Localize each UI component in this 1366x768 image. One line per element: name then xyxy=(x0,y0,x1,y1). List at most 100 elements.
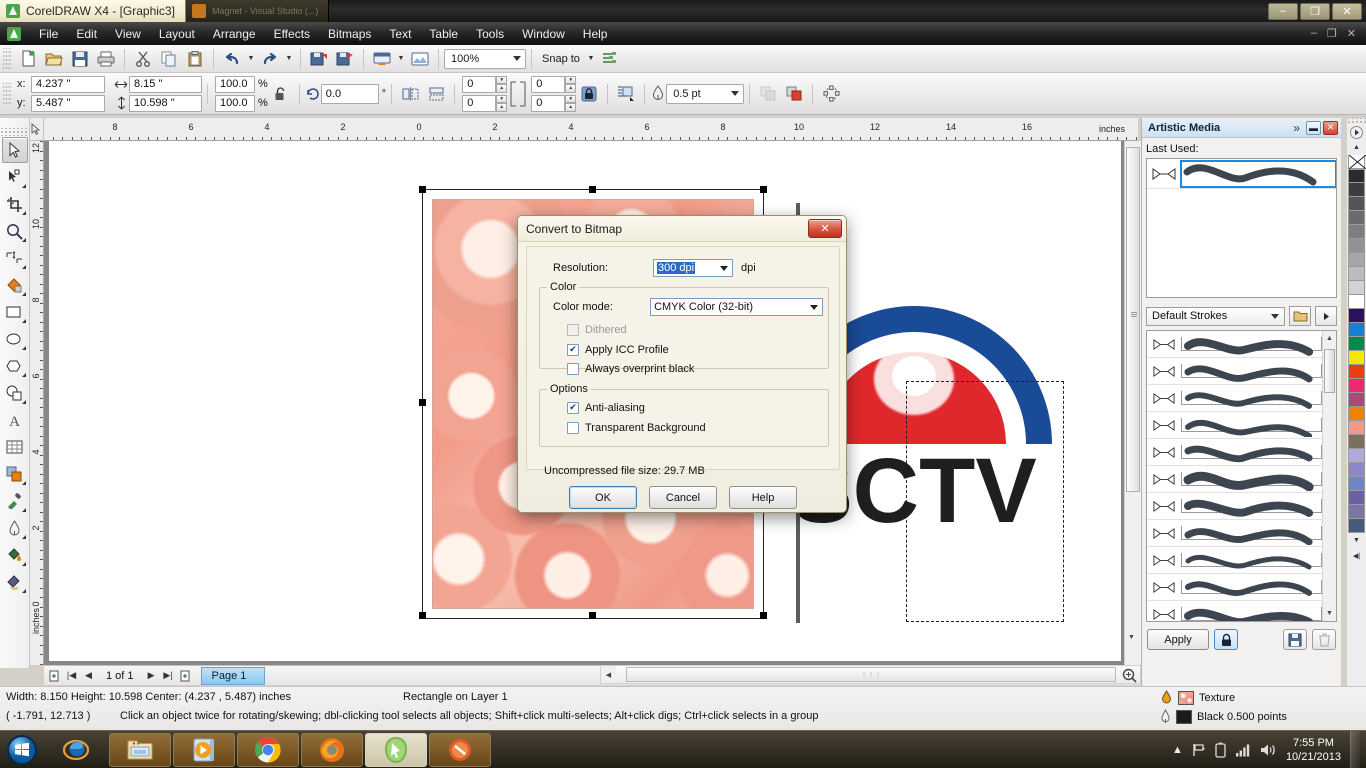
transparent-background-checkbox-row[interactable]: Transparent Background xyxy=(567,419,706,436)
windows-media-player-icon[interactable] xyxy=(173,732,235,767)
menu-text[interactable]: Text xyxy=(380,24,420,44)
scale-horizontal-input[interactable]: 100.0 xyxy=(215,75,255,93)
table-tool[interactable] xyxy=(2,434,28,460)
toolbox-grip[interactable] xyxy=(0,128,29,136)
width-input[interactable]: 8.15 " xyxy=(129,75,202,93)
hscroll-thumb[interactable]: ⋮⋮⋮ xyxy=(626,667,1116,682)
page-tab[interactable]: Page 1 xyxy=(200,666,266,685)
scroll-up-arrow-icon[interactable]: ▲ xyxy=(1323,331,1336,346)
menu-arrange[interactable]: Arrange xyxy=(204,24,265,44)
basic-shapes-tool[interactable] xyxy=(2,380,28,406)
taskbar-clock[interactable]: 7:55 PM 10/21/2013 xyxy=(1286,736,1341,764)
x-position-input[interactable]: 4.237 " xyxy=(31,75,105,93)
handle-middle-left[interactable] xyxy=(419,399,426,406)
palette-swatch[interactable] xyxy=(1348,211,1365,225)
vertical-scrollbar-thumb[interactable] xyxy=(1126,147,1140,492)
lock-icon[interactable] xyxy=(1214,629,1238,650)
menu-table[interactable]: Table xyxy=(420,24,467,44)
toolbar-grip[interactable] xyxy=(3,47,12,70)
smart-fill-tool[interactable] xyxy=(2,272,28,298)
text-wrap-icon[interactable] xyxy=(613,82,639,106)
corel-photo-paint-icon[interactable] xyxy=(429,732,491,767)
lock-closed-icon[interactable] xyxy=(576,82,602,106)
docker-close-button[interactable]: ✕ xyxy=(1323,120,1338,135)
stroke-category-combo[interactable]: Default Strokes xyxy=(1146,306,1285,326)
handle-bottom-right[interactable] xyxy=(760,612,767,619)
palette-swatch[interactable] xyxy=(1348,435,1365,449)
blend-tool[interactable] xyxy=(2,461,28,487)
application-launcher-icon[interactable] xyxy=(369,47,395,71)
corner-br-spinner[interactable]: ▼ ▲ xyxy=(565,94,577,112)
palette-swatch[interactable] xyxy=(1348,491,1365,505)
previous-page-icon[interactable]: ◀ xyxy=(81,668,96,684)
options-icon[interactable] xyxy=(597,47,623,71)
file-explorer-icon[interactable] xyxy=(109,732,171,767)
menu-help[interactable]: Help xyxy=(574,24,617,44)
stroke-preset-list[interactable]: ▲ ▼ xyxy=(1146,330,1337,622)
vertical-ruler[interactable]: 12 10 8 6 4 2 0 inches xyxy=(30,141,44,665)
palette-swatch[interactable] xyxy=(1348,337,1365,351)
stroke-preset-item[interactable] xyxy=(1147,358,1322,385)
convert-to-curves-icon[interactable] xyxy=(818,82,844,106)
volume-icon[interactable] xyxy=(1260,743,1277,757)
handle-top-right[interactable] xyxy=(760,186,767,193)
palette-swatch[interactable] xyxy=(1348,379,1365,393)
zoom-navigator-icon[interactable] xyxy=(1118,665,1141,685)
stroke-preset-item[interactable] xyxy=(1147,439,1322,466)
polygon-tool[interactable] xyxy=(2,353,28,379)
overprint-black-checkbox[interactable] xyxy=(567,362,579,375)
ruler-corner[interactable] xyxy=(30,118,44,141)
scroll-down-icon[interactable]: ▼ xyxy=(1349,533,1364,548)
network-signal-icon[interactable] xyxy=(1235,743,1251,757)
corner-bl-spinner[interactable]: ▼ ▲ xyxy=(496,94,508,112)
anti-aliasing-checkbox[interactable]: ✔ xyxy=(567,401,579,414)
chevrons-right-icon[interactable]: » xyxy=(1289,121,1304,135)
palette-swatch[interactable] xyxy=(1348,463,1365,477)
corel-connect-icon[interactable] xyxy=(407,47,433,71)
palette-swatch[interactable] xyxy=(1348,323,1365,337)
corner-bottom-left-input[interactable]: 0 xyxy=(462,94,497,112)
background-window-tab[interactable]: Magnet - Visual Studio (...) xyxy=(185,0,330,22)
menu-window[interactable]: Window xyxy=(513,24,574,44)
trash-icon[interactable] xyxy=(1312,629,1336,650)
pick-tool[interactable] xyxy=(1,137,28,163)
menu-layout[interactable]: Layout xyxy=(150,24,204,44)
shape-tool[interactable] xyxy=(2,164,28,190)
outline-width-combo[interactable]: 0.5 pt xyxy=(666,83,745,104)
palette-grip[interactable] xyxy=(1347,118,1366,125)
apply-button[interactable]: Apply xyxy=(1147,629,1209,650)
undo-dropdown-icon[interactable]: ▼ xyxy=(245,47,257,71)
menu-view[interactable]: View xyxy=(106,24,150,44)
palette-swatch[interactable] xyxy=(1348,267,1365,281)
palette-swatch[interactable] xyxy=(1348,505,1365,519)
apply-icc-checkbox[interactable]: ✔ xyxy=(567,343,579,356)
undo-icon[interactable] xyxy=(219,47,245,71)
palette-swatch[interactable] xyxy=(1348,239,1365,253)
document-minimize-button[interactable]: – xyxy=(1311,27,1317,40)
dialog-close-button[interactable]: ✕ xyxy=(808,219,842,238)
flyout-arrow-icon[interactable] xyxy=(1315,306,1337,326)
scroll-up-icon[interactable]: ▲ xyxy=(1349,140,1364,155)
google-chrome-icon[interactable] xyxy=(237,732,299,767)
export-icon[interactable] xyxy=(332,47,358,71)
palette-swatch[interactable] xyxy=(1348,407,1365,421)
palette-swatch[interactable] xyxy=(1348,421,1365,435)
outline-tool[interactable] xyxy=(2,515,28,541)
palette-swatch[interactable] xyxy=(1348,197,1365,211)
menu-edit[interactable]: Edit xyxy=(67,24,106,44)
stroke-preset-item[interactable] xyxy=(1147,493,1322,520)
handle-bottom-center[interactable] xyxy=(589,612,596,619)
resolution-combo[interactable]: 300 dpi xyxy=(653,259,733,277)
fill-tool[interactable] xyxy=(2,542,28,568)
window-title-tab[interactable]: CorelDRAW X4 - [Graphic3] xyxy=(0,0,186,22)
first-page-icon[interactable]: |◀ xyxy=(64,668,79,684)
corner-top-left-input[interactable]: 0 xyxy=(462,75,497,93)
y-position-input[interactable]: 5.487 " xyxy=(31,94,105,112)
palette-swatch[interactable] xyxy=(1348,253,1365,267)
palette-swatch[interactable] xyxy=(1348,281,1365,295)
scroll-down-arrow-icon[interactable]: ▼ xyxy=(1128,634,1135,641)
palette-swatch[interactable] xyxy=(1348,351,1365,365)
hscroll-track[interactable]: ⋮⋮⋮ xyxy=(616,666,1140,683)
stroke-list-scroll-thumb[interactable] xyxy=(1324,349,1335,393)
anti-aliasing-checkbox-row[interactable]: ✔ Anti-aliasing xyxy=(567,399,645,416)
